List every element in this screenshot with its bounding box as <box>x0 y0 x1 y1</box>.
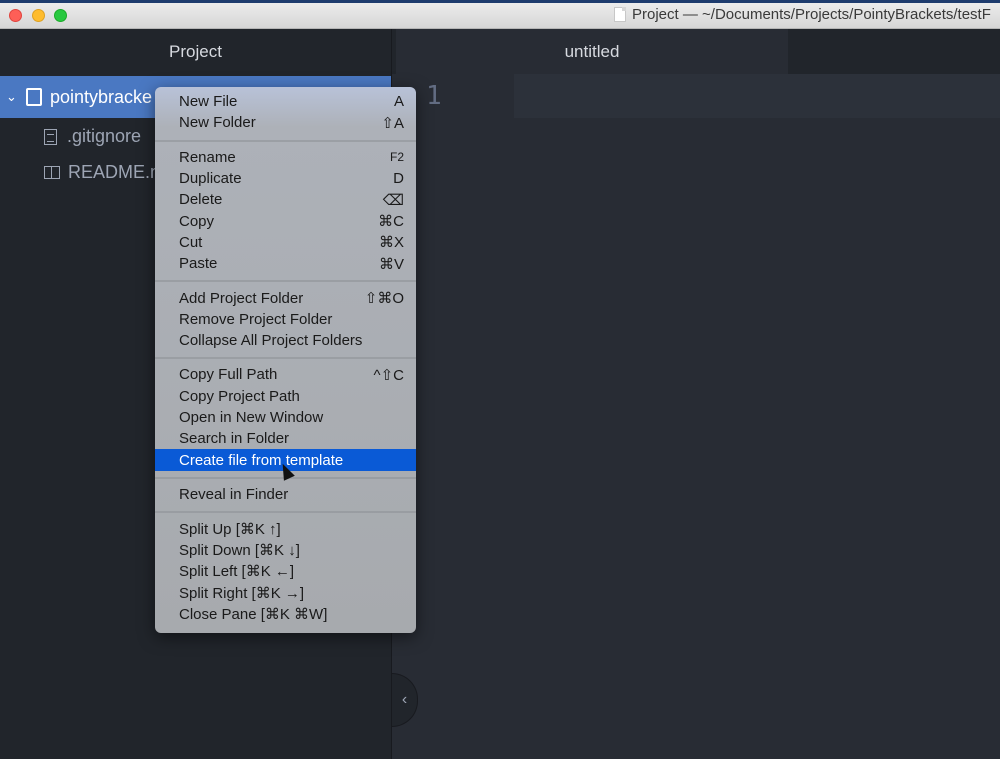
tree-item-gitignore[interactable]: .gitignore <box>44 126 141 147</box>
menu-item-label: Split Right [⌘K →] <box>179 584 305 602</box>
menu-item-label: Split Left [⌘K ←] <box>179 563 295 581</box>
line-number: 1 <box>426 81 442 111</box>
menu-item-split-down-k[interactable]: Split Down [⌘K ↓] <box>155 539 416 560</box>
menu-separator <box>155 511 416 514</box>
menu-item-shortcut: ^⇧C <box>373 366 404 384</box>
file-text-icon <box>44 128 57 145</box>
menu-item-reveal-in-finder[interactable]: Reveal in Finder <box>155 484 416 505</box>
menu-item-shortcut: D <box>393 170 404 188</box>
menu-item-shortcut: ⇧A <box>381 114 404 132</box>
menu-item-search-in-folder[interactable]: Search in Folder <box>155 428 416 449</box>
menu-item-label: Reveal in Finder <box>179 485 289 503</box>
project-root-label: pointybracke <box>50 86 153 107</box>
menu-item-copy[interactable]: Copy ⌘C <box>155 210 416 231</box>
menu-item-label: Copy <box>179 212 215 230</box>
book-open-icon <box>44 166 60 179</box>
tree-view-title: Project <box>169 41 222 61</box>
menu-item-label: Split Down [⌘K ↓] <box>179 541 300 559</box>
menu-item-copy-project-path[interactable]: Copy Project Path <box>155 386 416 407</box>
menu-item-split-right-k[interactable]: Split Right [⌘K →] <box>155 582 416 603</box>
menu-separator <box>155 139 416 142</box>
close-window-button[interactable] <box>9 9 22 22</box>
menu-separator <box>155 280 416 283</box>
menu-item-label: Copy Full Path <box>179 366 278 384</box>
menu-item-shortcut: ⌘V <box>378 255 404 273</box>
menu-item-shortcut: F2 <box>389 150 404 165</box>
chevron-left-icon: ‹ <box>401 691 408 708</box>
atom-window: Project — ~/Documents/Projects/PointyBra… <box>0 0 1000 759</box>
zoom-window-button[interactable] <box>54 9 67 22</box>
tab-bar: untitled <box>392 29 1000 74</box>
repo-book-icon <box>26 88 42 106</box>
editor-pane: untitled 1 <box>392 29 1000 759</box>
menu-item-collapse-all-project-folders[interactable]: Collapse All Project Folders <box>155 330 416 351</box>
chevron-down-icon[interactable]: ⌄ <box>6 89 22 105</box>
minimize-window-button[interactable] <box>32 9 45 22</box>
menu-item-label: Cut <box>179 233 203 251</box>
cursor-line-highlight[interactable] <box>514 74 1000 118</box>
menu-item-close-pane-k-w[interactable]: Close Pane [⌘K ⌘W] <box>155 603 416 624</box>
menu-item-split-left-k[interactable]: Split Left [⌘K ←] <box>155 561 416 582</box>
menu-separator <box>155 357 416 360</box>
title-bar: Project — ~/Documents/Projects/PointyBra… <box>0 0 1000 29</box>
menu-item-add-project-folder[interactable]: Add Project Folder ⇧⌘O <box>155 287 416 308</box>
menu-item-paste[interactable]: Paste ⌘V <box>155 253 416 274</box>
menu-item-open-in-new-window[interactable]: Open in New Window <box>155 407 416 428</box>
menu-item-label: Rename <box>179 148 236 166</box>
menu-item-cut[interactable]: Cut ⌘X <box>155 232 416 253</box>
menu-item-split-up-k[interactable]: Split Up [⌘K ↑] <box>155 518 416 539</box>
menu-item-label: Copy Project Path <box>179 387 300 405</box>
menu-item-shortcut: ⇧⌘O <box>364 290 404 308</box>
menu-item-shortcut: A <box>393 93 404 111</box>
menu-item-shortcut: ⌘X <box>378 234 404 252</box>
menu-item-new-file[interactable]: New File A <box>155 91 416 112</box>
menu-item-label: Search in Folder <box>179 430 290 448</box>
tree-item-label: README.m <box>68 162 166 182</box>
menu-item-label: Add Project Folder <box>179 289 304 307</box>
window-title-text: Project — ~/Documents/Projects/PointyBra… <box>632 6 991 23</box>
menu-item-label: Collapse All Project Folders <box>179 332 363 350</box>
menu-item-duplicate[interactable]: Duplicate D <box>155 168 416 189</box>
menu-item-label: Delete <box>179 191 223 209</box>
menu-item-rename[interactable]: Rename F2 <box>155 147 416 168</box>
menu-item-label: New File <box>179 93 238 111</box>
window-title: Project — ~/Documents/Projects/PointyBra… <box>614 6 991 23</box>
tree-item-readme[interactable]: README.m <box>44 162 165 183</box>
menu-item-remove-project-folder[interactable]: Remove Project Folder <box>155 309 416 330</box>
menu-item-delete[interactable]: Delete ⌫ <box>155 189 416 210</box>
menu-item-label: Split Up [⌘K ↑] <box>179 520 281 538</box>
menu-item-label: Open in New Window <box>179 409 324 426</box>
menu-item-label: New Folder <box>179 114 256 132</box>
menu-item-shortcut: ⌫ <box>382 191 404 209</box>
tree-view-header[interactable]: Project <box>0 29 391 74</box>
menu-item-label: Close Pane [⌘K ⌘W] <box>179 605 328 623</box>
menu-item-shortcut: ⌘C <box>378 213 404 231</box>
menu-item-label: Remove Project Folder <box>179 310 333 328</box>
tab-label: untitled <box>564 41 620 61</box>
menu-item-label: Create file from template <box>179 451 344 469</box>
context-menu: New File A New Folder ⇧A Rename F2 Duplicate D D… <box>155 87 416 633</box>
menu-item-new-folder[interactable]: New Folder ⇧A <box>155 112 416 133</box>
menu-item-label: Paste <box>179 255 218 273</box>
menu-item-label: Duplicate <box>179 170 242 188</box>
document-icon <box>614 7 626 22</box>
tab-untitled[interactable]: untitled <box>396 29 788 74</box>
menu-item-copy-full-path[interactable]: Copy Full Path ^⇧C <box>155 364 416 385</box>
tree-item-label: .gitignore <box>67 126 142 146</box>
